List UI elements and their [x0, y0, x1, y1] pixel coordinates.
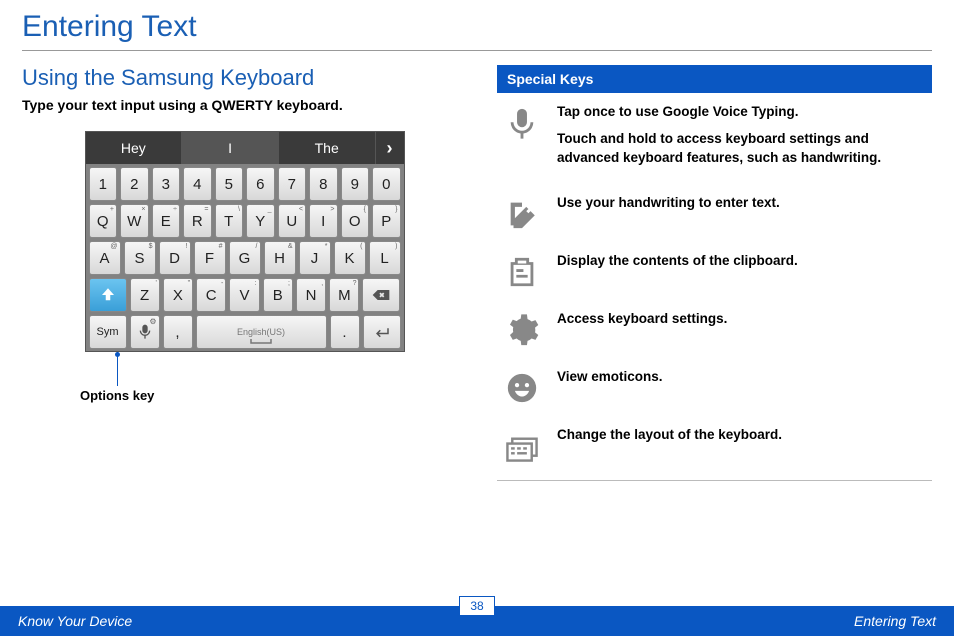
- suggestion-item: The: [279, 132, 376, 164]
- key-4: 4: [183, 167, 212, 201]
- footer-right: Entering Text: [854, 613, 936, 629]
- key-t: T\: [215, 204, 244, 238]
- special-key-row: Change the layout of the keyboard.: [497, 416, 932, 474]
- key-i: I>: [309, 204, 338, 238]
- special-key-desc: Access keyboard settings.: [557, 310, 727, 329]
- divider: [497, 480, 932, 481]
- emoticon-icon: [501, 368, 543, 408]
- handwriting-icon: [501, 194, 543, 234]
- special-key-row: Display the contents of the clipboard.: [497, 242, 932, 300]
- key-e: E÷: [152, 204, 181, 238]
- footer-left: Know Your Device: [18, 613, 132, 629]
- key-s: S$: [124, 241, 156, 275]
- key-options: ⚙: [130, 315, 160, 349]
- clipboard-icon: [501, 252, 543, 292]
- page-number: 38: [459, 596, 495, 616]
- keyboard-layout-icon: [501, 426, 543, 466]
- key-b: B;: [263, 278, 293, 312]
- special-key-desc: Tap once to use Google Voice Typing.: [557, 103, 928, 122]
- key-period: .: [330, 315, 360, 349]
- key-5: 5: [215, 167, 244, 201]
- key-enter: [363, 315, 401, 349]
- key-p: P}: [372, 204, 401, 238]
- key-j: J*: [299, 241, 331, 275]
- key-8: 8: [309, 167, 338, 201]
- page-footer: Know Your Device 38 Entering Text: [0, 606, 954, 636]
- special-key-desc: Display the contents of the clipboard.: [557, 252, 798, 271]
- special-key-desc: Use your handwriting to enter text.: [557, 194, 780, 213]
- key-h: H&: [264, 241, 296, 275]
- callout-line: [117, 352, 118, 386]
- special-key-row: View emoticons.: [497, 358, 932, 416]
- section-title: Using the Samsung Keyboard: [22, 65, 467, 91]
- key-c: C-: [196, 278, 226, 312]
- key-u: U<: [278, 204, 307, 238]
- key-f: F#: [194, 241, 226, 275]
- callout-label: Options key: [80, 388, 154, 403]
- key-backspace: [362, 278, 400, 312]
- key-z: Z': [130, 278, 160, 312]
- key-3: 3: [152, 167, 181, 201]
- key-7: 7: [278, 167, 307, 201]
- keyboard-illustration: Hey I The › 1 2 3 4 5 6 7 8 9: [22, 131, 467, 403]
- key-n: N,: [296, 278, 326, 312]
- intro-text: Type your text input using a QWERTY keyb…: [22, 97, 467, 113]
- key-r: R=: [183, 204, 212, 238]
- key-space: English(US): [196, 315, 327, 349]
- key-m: M?: [329, 278, 359, 312]
- special-key-row: Tap once to use Google Voice Typing. Tou…: [497, 93, 932, 184]
- special-key-row: Access keyboard settings.: [497, 300, 932, 358]
- page-title: Entering Text: [22, 10, 932, 51]
- key-d: D!: [159, 241, 191, 275]
- key-shift: [89, 278, 127, 312]
- key-g: G/: [229, 241, 261, 275]
- key-1: 1: [89, 167, 118, 201]
- key-y: Y_: [246, 204, 275, 238]
- key-0: 0: [372, 167, 401, 201]
- suggestion-bar: Hey I The ›: [86, 132, 404, 164]
- key-x: X": [163, 278, 193, 312]
- special-keys-header: Special Keys: [497, 65, 932, 93]
- key-o: O{: [341, 204, 370, 238]
- suggestion-more-icon: ›: [376, 132, 404, 164]
- key-sym: Sym: [89, 315, 127, 349]
- gear-icon: [501, 310, 543, 350]
- key-v: V:: [229, 278, 259, 312]
- suggestion-item: I: [182, 132, 279, 164]
- key-a: A@: [89, 241, 121, 275]
- key-9: 9: [341, 167, 370, 201]
- microphone-icon: [501, 103, 543, 143]
- key-k: K(: [334, 241, 366, 275]
- special-key-desc: View emoticons.: [557, 368, 663, 387]
- special-key-desc: Touch and hold to access keyboard settin…: [557, 130, 928, 168]
- key-q: Q+: [89, 204, 118, 238]
- key-2: 2: [120, 167, 149, 201]
- key-w: W×: [120, 204, 149, 238]
- special-key-row: Use your handwriting to enter text.: [497, 184, 932, 242]
- suggestion-item: Hey: [86, 132, 183, 164]
- key-comma: ,: [163, 315, 193, 349]
- key-l: L): [369, 241, 401, 275]
- key-6: 6: [246, 167, 275, 201]
- special-key-desc: Change the layout of the keyboard.: [557, 426, 782, 445]
